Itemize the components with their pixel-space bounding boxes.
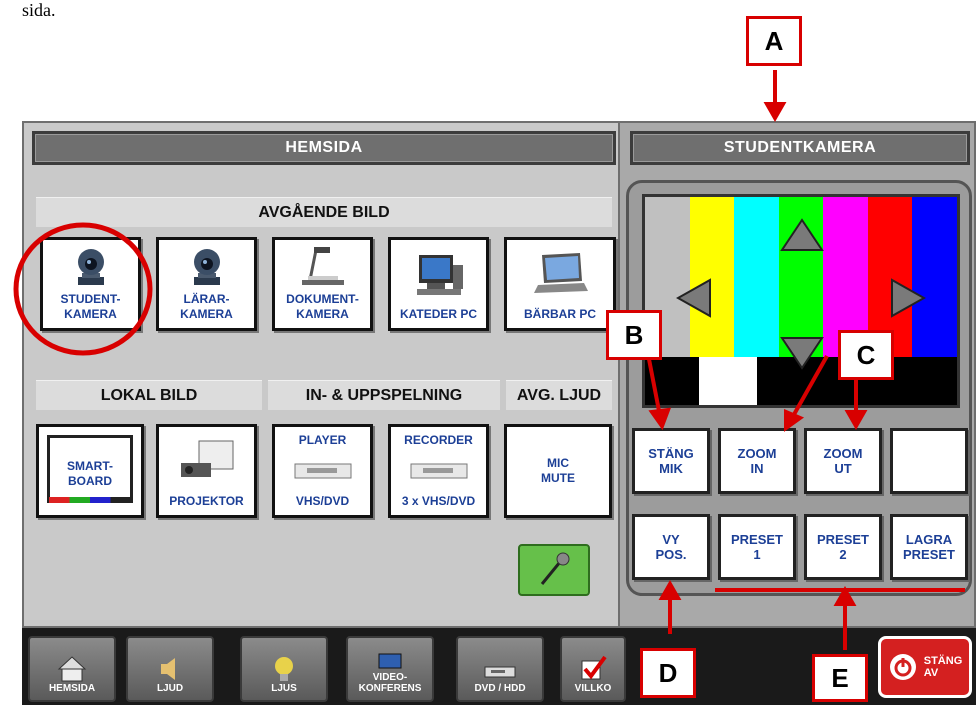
callout-d: D <box>640 648 696 698</box>
callout-c: C <box>838 330 894 380</box>
callout-e: E <box>812 654 868 702</box>
callout-a: A <box>746 16 802 66</box>
callout-b: B <box>606 310 662 360</box>
callout-arrows <box>646 70 965 650</box>
